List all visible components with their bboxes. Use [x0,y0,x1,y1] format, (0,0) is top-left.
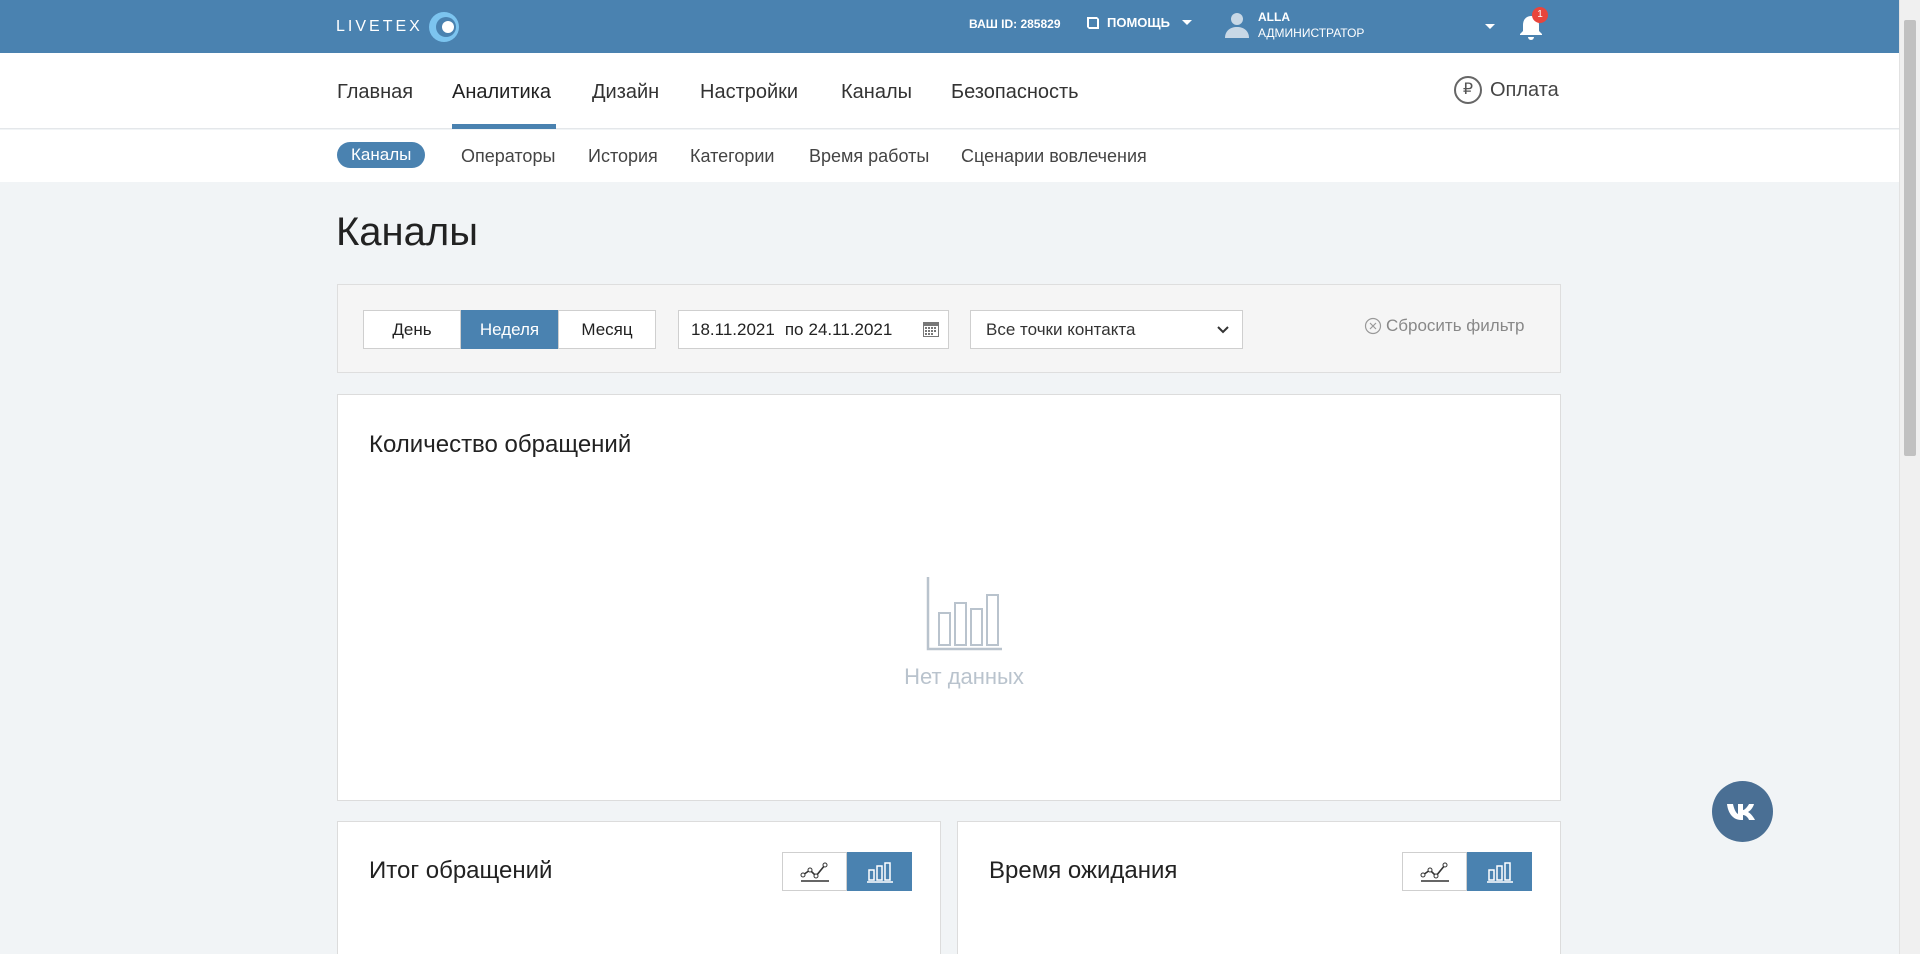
sub-nav: Каналы Операторы История Категории Время… [0,130,1899,182]
top-bar: LIVETEX ВАШ ID: 285829 ПОМОЩЬ ALLA АДМИН… [0,0,1899,53]
wait-time-card-title: Время ожидания [989,857,1178,884]
vk-chat-button[interactable] [1712,781,1773,842]
reset-filter-button[interactable]: Сбросить фильтр [1364,316,1524,336]
date-range-field[interactable]: 18.11.2021 по 24.11.2021 [678,310,949,349]
notification-badge: 1 [1532,7,1548,23]
calendar-icon[interactable] [922,320,940,338]
reset-filter-label: Сбросить фильтр [1386,316,1525,335]
subnav-item-categories[interactable]: Категории [690,146,774,167]
period-week-button[interactable]: Неделя [461,310,558,349]
nav-item-channels[interactable]: Каналы [841,81,912,104]
bar-chart-empty-icon [926,577,1002,651]
subnav-item-channels[interactable]: Каналы [337,142,426,168]
bar-chart-icon [866,861,893,883]
chevron-down-icon [1217,326,1229,334]
period-selector: День Неделя Месяц [363,310,656,349]
results-card: Итог обращений [337,821,941,954]
no-data-placeholder: Нет данных [886,575,1042,690]
user-role: АДМИНИСТРАТОР [1258,26,1365,40]
payment-link[interactable]: ₽ Оплата [1454,76,1559,104]
subnav-item-operators[interactable]: Операторы [461,146,555,167]
wait-time-card: Время ожидания [957,821,1561,954]
bar-chart-view-button[interactable] [1467,852,1532,891]
nav-item-settings[interactable]: Настройки [700,81,798,104]
ruble-icon: ₽ [1454,76,1482,104]
active-nav-indicator [452,124,556,129]
line-chart-view-button[interactable] [782,852,847,891]
user-menu-chevron-icon[interactable] [1485,24,1495,29]
line-chart-icon [800,862,829,882]
vk-icon [1726,803,1755,820]
user-icon [1225,13,1249,38]
nav-item-design[interactable]: Дизайн [592,81,659,104]
date-from: 18.11.2021 [691,319,775,339]
scrollbar-thumb[interactable] [1904,20,1916,456]
period-month-button[interactable]: Месяц [558,310,656,349]
bar-chart-icon [1486,861,1513,883]
nav-item-security[interactable]: Безопасность [951,81,1079,104]
user-menu[interactable]: ALLA АДМИНИСТРАТОР [1224,9,1364,41]
book-icon [1087,16,1099,29]
requests-card: Количество обращений Нет данных [337,394,1561,801]
chevron-down-icon [1182,20,1192,25]
results-card-title: Итог обращений [369,857,553,884]
filter-panel: День Неделя Месяц 18.11.2021 по 24.11.20… [337,284,1561,373]
payment-label: Оплата [1490,78,1559,101]
subnav-item-history[interactable]: История [588,146,658,167]
requests-card-title: Количество обращений [369,431,632,458]
nav-item-analytics[interactable]: Аналитика [452,81,551,104]
date-to-prefix: по [784,319,804,339]
livetex-logo[interactable]: LIVETEX [336,11,461,43]
user-id-label: ВАШ ID: 285829 [969,17,1061,31]
help-menu[interactable]: ПОМОЩЬ [1085,15,1192,30]
contact-points-select[interactable]: Все точки контакта [970,310,1243,349]
logo-mark-icon [428,12,459,42]
page-title: Каналы [336,210,478,254]
main-nav: Главная Аналитика Дизайн Настройки Канал… [0,53,1899,129]
results-view-toggle [782,852,912,891]
logo-text: LIVETEX [336,18,423,35]
subnav-item-work-time[interactable]: Время работы [809,146,929,167]
bar-chart-view-button[interactable] [847,852,912,891]
contact-points-value: Все точки контакта [986,319,1136,339]
period-day-button[interactable]: День [363,310,461,349]
page-scrollbar[interactable] [1899,0,1920,954]
user-name: ALLA [1258,10,1290,24]
close-circle-icon [1364,317,1382,335]
wait-time-view-toggle [1402,852,1532,891]
no-data-text: Нет данных [904,664,1024,689]
line-chart-view-button[interactable] [1402,852,1467,891]
date-to: 24.11.2021 [808,319,893,339]
nav-item-home[interactable]: Главная [337,81,413,104]
line-chart-icon [1420,862,1449,882]
help-label: ПОМОЩЬ [1107,15,1170,30]
subnav-item-engagement[interactable]: Сценарии вовлечения [961,146,1147,167]
